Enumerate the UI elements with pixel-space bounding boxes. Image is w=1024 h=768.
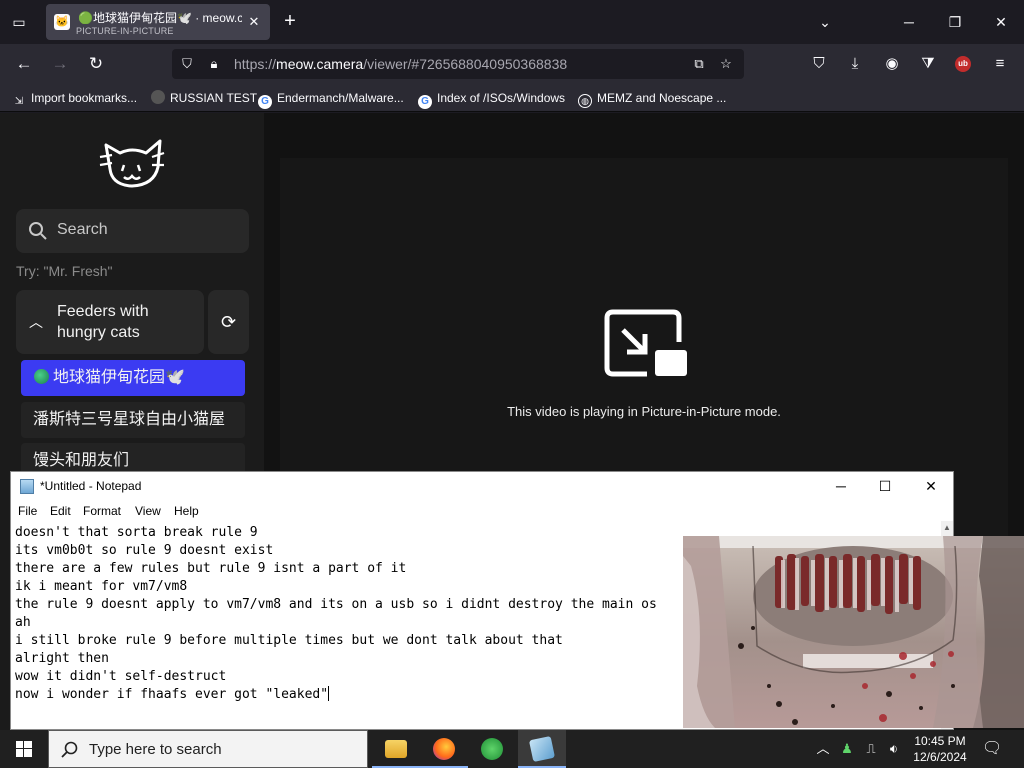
pip-video-window[interactable] xyxy=(683,536,1024,728)
account-icon[interactable]: ◉ xyxy=(881,54,903,74)
tab-title: 🟢地球猫伊甸花园🕊️ · meow.c xyxy=(78,11,242,24)
search-icon xyxy=(29,222,47,240)
globe-icon: ◍ xyxy=(578,94,592,108)
shield-icon[interactable]: ⛉ xyxy=(178,55,196,73)
bookmarks-bar: ⇲ Import bookmarks... RUSSIAN TEST G Ender… xyxy=(0,84,1024,112)
chevron-up-icon: ︿ xyxy=(29,314,43,330)
notepad-icon xyxy=(20,479,34,494)
extensions-icon[interactable]: ⧩ xyxy=(917,54,939,74)
import-icon: ⇲ xyxy=(14,96,24,107)
bookmark-russian-test[interactable]: RUSSIAN TEST xyxy=(151,90,257,106)
folder-icon xyxy=(385,740,407,758)
url-bar[interactable]: ⛉ 🔒︎ https://meow.camera/viewer/#7265688… xyxy=(172,49,744,79)
tab-pip-label: PICTURE-IN-PICTURE xyxy=(76,26,174,36)
text-line: now i wonder if fhaafs ever got "leaked" xyxy=(15,687,329,702)
clock-date: 12/6/2024 xyxy=(913,750,967,764)
back-icon[interactable]: ← xyxy=(13,54,35,74)
cat-logo-icon xyxy=(99,139,165,188)
google-icon: G xyxy=(418,95,432,109)
notepad-titlebar[interactable]: *Untitled - Notepad ─ ☐ ✕ xyxy=(11,472,953,501)
browser-navbar: ← → ↻ ⛉ 🔒︎ https://meow.camera/viewer/#7… xyxy=(0,44,1024,84)
windows-start-icon[interactable] xyxy=(0,730,48,768)
downloads-icon[interactable]: ⤓ xyxy=(844,54,866,74)
feeder-item[interactable]: 地球猫伊甸花园🕊️ xyxy=(21,360,245,396)
green-dot-icon xyxy=(34,369,49,384)
menu-edit[interactable]: Edit xyxy=(50,504,71,518)
chevron-down-icon[interactable]: ⌄ xyxy=(815,12,835,32)
users-icon xyxy=(481,738,503,760)
chevron-up-icon[interactable]: ︿ xyxy=(814,739,832,759)
tab-close-icon[interactable]: ✕ xyxy=(246,14,262,30)
taskbar-search-placeholder: Type here to search xyxy=(89,741,222,758)
browser-tab[interactable]: 🐱 🟢地球猫伊甸花园🕊️ · meow.c PICTURE-IN-PICTURE… xyxy=(46,4,270,40)
menu-icon[interactable]: ≡ xyxy=(989,54,1011,74)
menu-format[interactable]: Format xyxy=(83,504,121,518)
menu-help[interactable]: Help xyxy=(174,504,199,518)
feeder-camera-feed xyxy=(683,536,1024,728)
search-icon xyxy=(61,741,78,758)
google-icon: G xyxy=(258,95,272,109)
text-caret xyxy=(328,686,330,701)
bookmark-index-isos[interactable]: G Index of /ISOs/Windows xyxy=(418,90,565,109)
menu-view[interactable]: View xyxy=(135,504,161,518)
feeders-section-toggle[interactable]: ︿ Feeders with hungry cats xyxy=(16,290,204,354)
refresh-icon: ⟳ xyxy=(220,312,237,332)
ublock-icon[interactable]: ub xyxy=(955,56,971,72)
new-tab-icon[interactable]: + xyxy=(279,10,301,32)
clock-time: 10:45 PM xyxy=(914,734,966,748)
reload-icon[interactable]: ↻ xyxy=(85,54,107,74)
menu-file[interactable]: File xyxy=(18,504,37,518)
reader-view-icon[interactable]: ⧉ xyxy=(690,55,708,73)
restore-icon[interactable]: ❐ xyxy=(944,12,966,32)
file-explorer-app[interactable] xyxy=(372,730,420,768)
people-app[interactable] xyxy=(468,730,516,768)
minimize-icon[interactable]: ─ xyxy=(898,12,920,32)
pocket-icon[interactable]: ⛉ xyxy=(808,54,830,74)
bookmark-memz[interactable]: ◍ MEMZ and Noescape ... xyxy=(578,90,726,108)
notepad-app[interactable] xyxy=(518,730,566,768)
site-favicon-icon xyxy=(151,90,165,104)
forward-icon[interactable]: → xyxy=(49,54,71,74)
notepad-icon xyxy=(528,735,556,763)
search-input[interactable]: Search xyxy=(16,209,249,253)
bookmark-endermanch[interactable]: G Endermanch/Malware... xyxy=(258,90,404,109)
notepad-title: *Untitled - Notepad xyxy=(40,479,142,493)
volume-icon[interactable]: 🔉︎ xyxy=(885,739,903,759)
firefox-icon xyxy=(433,738,455,760)
feeders-section-title: Feeders with hungry cats xyxy=(57,303,149,341)
taskbar-search-input[interactable]: Type here to search xyxy=(48,730,368,768)
feeder-item[interactable]: 潘斯特三号星球自由小猫屋 xyxy=(21,402,245,438)
network-icon[interactable]: ⎍ xyxy=(862,739,880,759)
notepad-menubar: File Edit Format View Help xyxy=(11,501,953,521)
cat-favicon-icon: 🐱 xyxy=(54,14,70,30)
picture-in-picture-icon xyxy=(604,309,687,377)
pip-message: This video is playing in Picture-in-Pict… xyxy=(507,404,781,419)
bookmark-star-icon[interactable]: ☆ xyxy=(717,55,735,73)
maximize-icon[interactable]: ☐ xyxy=(873,476,897,496)
close-icon[interactable]: ✕ xyxy=(919,476,943,496)
scroll-up-icon[interactable]: ▲ xyxy=(943,523,951,532)
tab-list-icon[interactable]: ▭ xyxy=(8,12,30,32)
notifications-icon[interactable]: 🗨︎ xyxy=(982,739,1002,759)
people-tray-icon[interactable]: ♟ xyxy=(838,739,856,759)
minimize-icon[interactable]: ─ xyxy=(829,476,853,496)
lock-icon[interactable]: 🔒︎ xyxy=(205,55,223,73)
windows-taskbar: Type here to search ︿ ♟ ⎍ 🔉︎ 10:45 PM 12… xyxy=(0,730,1024,768)
bookmark-import[interactable]: ⇲ Import bookmarks... xyxy=(12,90,137,107)
refresh-button[interactable]: ⟳ xyxy=(208,290,249,354)
url-text[interactable]: https://meow.camera/viewer/#726568804095… xyxy=(234,56,567,72)
search-placeholder: Search xyxy=(57,221,108,238)
firefox-app[interactable] xyxy=(420,730,468,768)
taskbar-clock[interactable]: 10:45 PM 12/6/2024 xyxy=(908,733,972,765)
browser-tabbar: ▭ 🐱 🟢地球猫伊甸花园🕊️ · meow.c PICTURE-IN-PICTU… xyxy=(0,0,1024,44)
search-hint: Try: "Mr. Fresh" xyxy=(16,263,113,279)
close-window-icon[interactable]: ✕ xyxy=(990,12,1012,32)
